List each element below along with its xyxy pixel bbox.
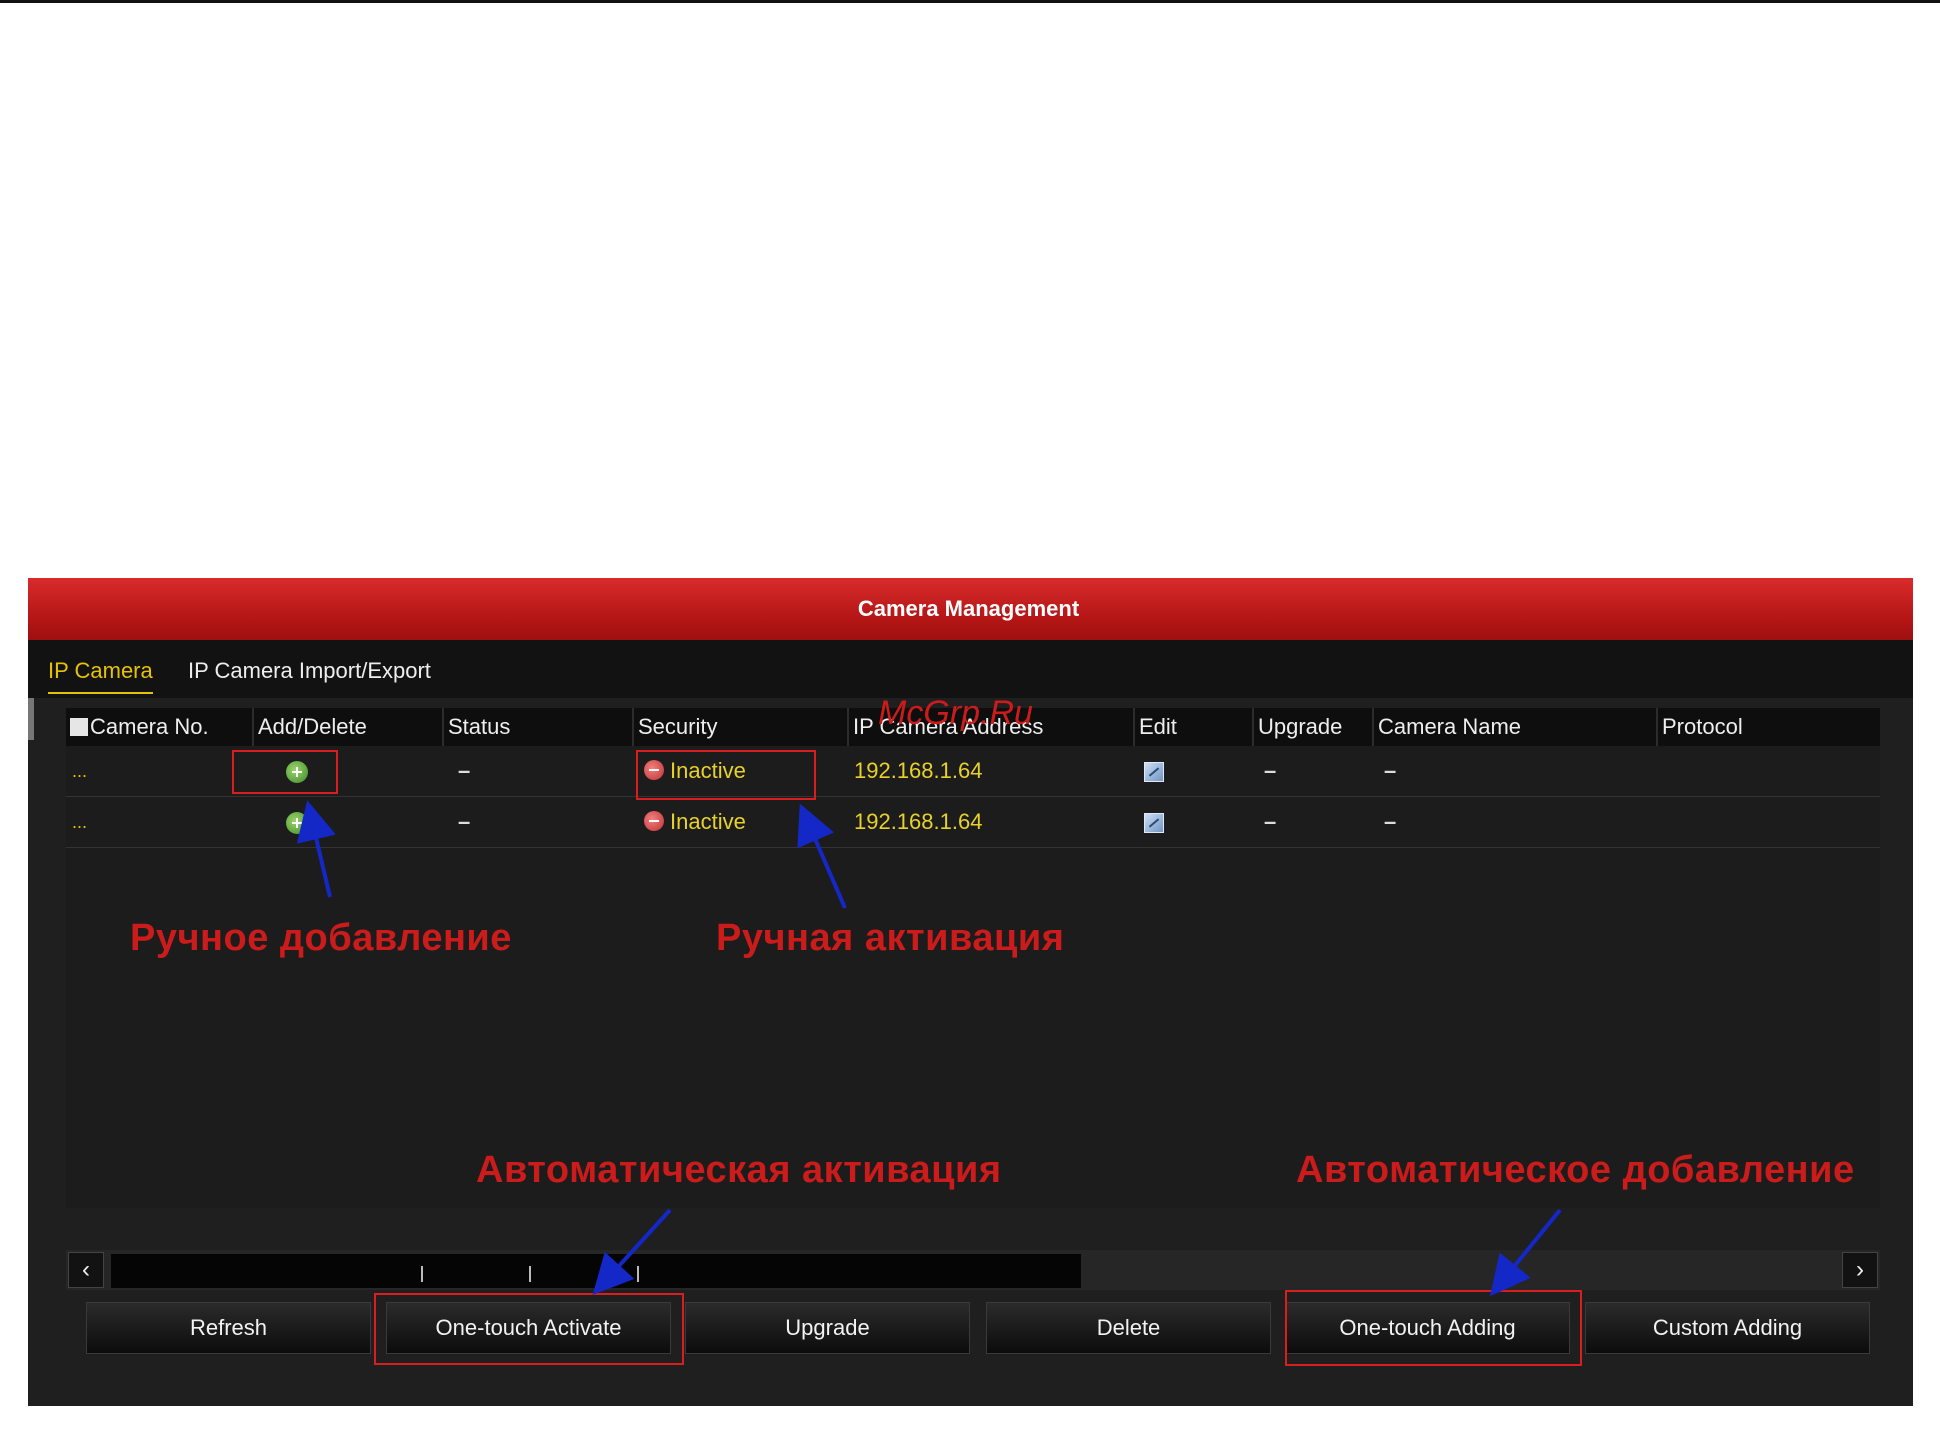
column-upgrade[interactable]: Upgrade — [1254, 708, 1374, 746]
column-camera-no[interactable]: Camera No. — [66, 708, 254, 746]
table-row[interactable]: ... – Inactive 192.168.1.64 – – — [66, 746, 1880, 797]
camera-name-cell: – — [1384, 809, 1397, 834]
camera-no-cell: ... — [72, 761, 88, 781]
ip-address-cell: 192.168.1.64 — [854, 758, 983, 783]
delete-button[interactable]: Delete — [986, 1302, 1271, 1354]
scroll-tick — [421, 1266, 423, 1282]
column-status[interactable]: Status — [444, 708, 634, 746]
highlight-one-touch-activate — [374, 1293, 684, 1365]
security-status-text: Inactive — [670, 809, 746, 834]
inactive-status-icon — [644, 811, 664, 831]
horizontal-scrollbar[interactable]: ‹ › — [66, 1250, 1880, 1290]
security-cell[interactable]: Inactive — [644, 797, 746, 847]
window-titlebar: Camera Management — [28, 578, 1913, 640]
scroll-tick — [637, 1266, 639, 1282]
table-row[interactable]: ... – Inactive 192.168.1.64 – – — [66, 797, 1880, 848]
column-security[interactable]: Security — [634, 708, 849, 746]
column-add-delete[interactable]: Add/Delete — [254, 708, 444, 746]
add-icon — [286, 812, 308, 835]
edit-button[interactable] — [1144, 797, 1164, 847]
upgrade-button[interactable]: Upgrade — [685, 1302, 970, 1354]
column-camera-no-label: Camera No. — [90, 714, 209, 739]
upgrade-cell: – — [1264, 758, 1277, 783]
column-edit[interactable]: Edit — [1135, 708, 1254, 746]
annotation-manual-add: Ручное добавление — [130, 917, 512, 959]
scroll-tick — [529, 1266, 531, 1282]
edit-icon — [1144, 813, 1164, 834]
annotation-auto-activate: Автоматическая активация — [476, 1149, 1002, 1191]
column-camera-name[interactable]: Camera Name — [1374, 708, 1658, 746]
custom-adding-button[interactable]: Custom Adding — [1585, 1302, 1870, 1354]
annotation-auto-add: Автоматическое добавление — [1296, 1149, 1855, 1191]
window-title: Camera Management — [857, 596, 1080, 621]
tab-bar: IP Camera IP Camera Import/Export — [28, 640, 1913, 698]
scrollbar-thumb[interactable] — [111, 1254, 1081, 1288]
status-cell: – — [458, 758, 471, 783]
edit-button[interactable] — [1144, 746, 1164, 796]
edit-icon — [1144, 762, 1164, 783]
status-cell: – — [458, 809, 471, 834]
camera-no-cell: ... — [72, 812, 88, 832]
highlight-one-touch-adding — [1285, 1290, 1582, 1366]
add-camera-button[interactable] — [286, 797, 308, 847]
tab-ip-camera[interactable]: IP Camera — [48, 658, 153, 694]
upgrade-cell: – — [1264, 809, 1277, 834]
highlight-security-inactive — [636, 750, 816, 800]
watermark-text: McGrp.Ru — [878, 694, 1033, 732]
highlight-add-button — [232, 750, 338, 794]
page-top-rule — [0, 0, 1940, 3]
camera-name-cell: – — [1384, 758, 1397, 783]
chevron-right-icon[interactable]: › — [1842, 1252, 1878, 1288]
chevron-left-icon[interactable]: ‹ — [68, 1252, 104, 1288]
column-protocol[interactable]: Protocol — [1658, 708, 1880, 746]
select-all-checkbox[interactable] — [70, 718, 88, 736]
ip-address-cell: 192.168.1.64 — [854, 809, 983, 834]
tab-ip-camera-import-export[interactable]: IP Camera Import/Export — [188, 658, 431, 684]
refresh-button[interactable]: Refresh — [86, 1302, 371, 1354]
annotation-manual-activate: Ручная активация — [716, 917, 1065, 959]
